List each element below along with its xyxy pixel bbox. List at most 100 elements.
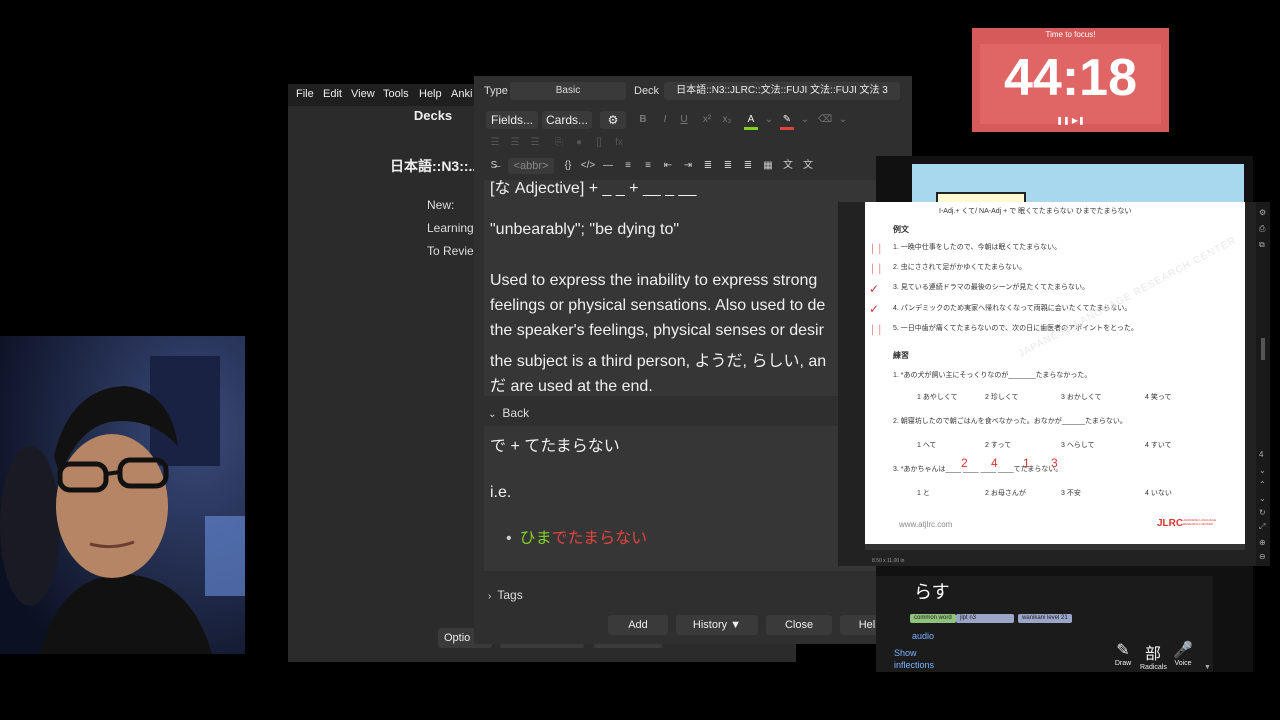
align-left-icon[interactable]: ≣ (720, 158, 736, 174)
italic-icon[interactable]: I (658, 113, 672, 127)
check-mark: ✓ (869, 282, 880, 296)
check-mark: ✓ (869, 302, 880, 316)
history-button[interactable]: History ▼ (676, 615, 758, 635)
bullet-list-icon[interactable]: ≡ (620, 158, 636, 174)
eraser-icon[interactable]: ⌫ (818, 113, 832, 127)
deck-select[interactable]: 日本語::N3::JLRC::文法::FUJI 文法::FUJI 文法 3 (664, 82, 900, 100)
text-color-icon[interactable]: A (744, 113, 758, 130)
show-link[interactable]: Show (894, 648, 917, 658)
back-field-header[interactable]: ⌄ Back (488, 406, 529, 420)
record-icon[interactable]: ● (572, 136, 586, 150)
page-size-label: 8.50 x 11.00 in (872, 558, 905, 564)
close-button[interactable]: Close (766, 615, 832, 635)
cards-button[interactable]: Cards... (542, 111, 592, 129)
hidden-button[interactable] (500, 644, 584, 648)
align-center-icon[interactable]: ≣ (700, 158, 716, 174)
tags-header[interactable]: › Tags (488, 588, 523, 602)
scrollbar-thumb[interactable] (1261, 338, 1265, 360)
focus-timer: Time to focus! 44:18 ❚❚ ▶❚ (972, 28, 1169, 132)
chevron-up-icon[interactable]: ⌃ (1259, 480, 1266, 489)
q1-choice: 4 笑って (1145, 394, 1172, 401)
fields-button[interactable]: Fields... (486, 111, 538, 129)
dictionary-entry: らす common word jlpt n3 wanikani level 21… (876, 576, 1213, 672)
rotate-icon[interactable]: ↻ (1259, 508, 1266, 517)
radicals-label: Radicals (1140, 664, 1167, 671)
remove-furigana-icon[interactable]: 文 (800, 158, 816, 174)
deck-name[interactable]: 日本語::N3::.. (390, 156, 476, 176)
gear-icon[interactable]: ⚙ (600, 111, 626, 129)
back-line: i.e. (490, 484, 512, 501)
zoom-out-icon[interactable]: ⊖ (1259, 552, 1266, 561)
check-mark: ᛁᛁ (869, 242, 884, 256)
abbr-button[interactable]: <abbr> (508, 158, 554, 174)
menu-anki[interactable]: Anki (451, 88, 472, 100)
menu-tools[interactable]: Tools (383, 88, 409, 100)
bold-icon[interactable]: B (636, 113, 650, 127)
align-icon[interactable]: ☰ (528, 136, 542, 150)
timer-controls[interactable]: ❚❚ ▶❚ (972, 116, 1169, 125)
underline-icon[interactable]: U (677, 113, 691, 127)
jlrc-logo-sub: JAPANESE LANGUAGE RESEARCH CENTER (1183, 518, 1216, 526)
webcam-feed (0, 336, 245, 654)
tag-wanikani: wanikani level 21 (1018, 614, 1072, 623)
bookmark-icon[interactable]: ⎙ (1259, 224, 1265, 234)
draw-label: Draw (1114, 660, 1132, 667)
settings-icon[interactable]: ⚙ (1259, 208, 1266, 217)
page-separator (865, 544, 1245, 550)
section-practice: 練習 (893, 351, 909, 360)
highlight-color-icon[interactable]: ✎ (780, 113, 794, 130)
hidden-button[interactable] (594, 644, 662, 648)
voice-tool[interactable]: 🎤 Voice (1170, 640, 1196, 667)
strikethrough-icon[interactable]: S̶ (486, 158, 502, 174)
numbered-list-icon[interactable]: ≡ (640, 158, 656, 174)
mathjax-icon[interactable]: fx (612, 136, 626, 150)
example-green: ひま (519, 530, 552, 547)
list-icon[interactable]: ☰ (488, 136, 502, 150)
bullet: • (506, 530, 512, 547)
chevron-down-icon[interactable]: ⌄ (1259, 494, 1266, 503)
justify-icon[interactable]: ▦ (760, 158, 776, 174)
voice-label: Voice (1174, 660, 1192, 667)
inflections-link[interactable]: inflections (894, 660, 934, 670)
chevron-down-icon[interactable]: ⌄ (762, 113, 776, 127)
menu-help[interactable]: Help (419, 88, 442, 100)
menu-file[interactable]: File (296, 88, 314, 100)
chevron-down-icon[interactable]: ⌄ (798, 113, 812, 127)
draw-tool[interactable]: ✎ Draw (1110, 640, 1136, 667)
deck-label: Deck (634, 85, 660, 97)
chevron-down-icon[interactable]: ▼ (1204, 664, 1211, 671)
pdf-viewer: I-Adj.+ くて/ NA-Adj + で 眠くてたまらない ひまでたまらない… (838, 202, 1270, 566)
code-icon[interactable]: </> (580, 158, 596, 174)
audio-link[interactable]: audio (912, 631, 934, 641)
front-line: feelings or physical sensations. Also us… (490, 297, 826, 314)
copy-icon[interactable]: ⧉ (1259, 240, 1265, 250)
indent-icon[interactable]: ⇥ (680, 158, 696, 174)
outdent-icon[interactable]: ⇤ (660, 158, 676, 174)
radicals-tool[interactable]: 部 Radicals (1140, 640, 1167, 671)
menu-view[interactable]: View (351, 88, 375, 100)
attach-icon[interactable]: ⎘ (552, 136, 566, 150)
example-line: 5. 一日中歯が痛くてたまらないので、次の日に歯医者のアポイントをとった。 (893, 325, 1138, 332)
menu-edit[interactable]: Edit (323, 88, 342, 100)
add-furigana-icon[interactable]: 文 (780, 158, 796, 174)
dictionary-word: らす (914, 582, 950, 602)
superscript-icon[interactable]: x² (700, 113, 714, 127)
note-type-select[interactable]: Basic (510, 82, 626, 100)
zoom-in-icon[interactable]: ⊕ (1259, 538, 1266, 547)
fit-icon[interactable]: ⤢ (1259, 522, 1265, 532)
cloze-icon[interactable]: [] (592, 136, 606, 150)
ordered-list-icon[interactable]: ☰ (508, 136, 522, 150)
chevron-down-icon[interactable]: ⌄ (836, 113, 850, 127)
q3-choice: 4 いない (1145, 490, 1172, 497)
horizontal-rule-icon[interactable]: — (600, 158, 616, 174)
example-line: 3. 見ている連続ドラマの最後のシーンが見たくてたまらない。 (893, 284, 1090, 291)
align-right-icon[interactable]: ≣ (740, 158, 756, 174)
braces-icon[interactable]: {} (560, 158, 576, 174)
q3-choice: 2 お母さんが (985, 490, 1026, 497)
q1-choice: 2 珍しくて (985, 394, 1019, 401)
subscript-icon[interactable]: x₂ (720, 113, 734, 127)
chevron-down-icon[interactable]: ⌄ (1259, 466, 1266, 475)
front-field-editor[interactable]: [な Adjective] + _ _ + __ _ __ "unbearabl… (484, 180, 890, 396)
back-field-editor[interactable]: で + てたまらない i.e. • ひまでたまらない (484, 426, 890, 571)
add-button[interactable]: Add (608, 615, 668, 635)
